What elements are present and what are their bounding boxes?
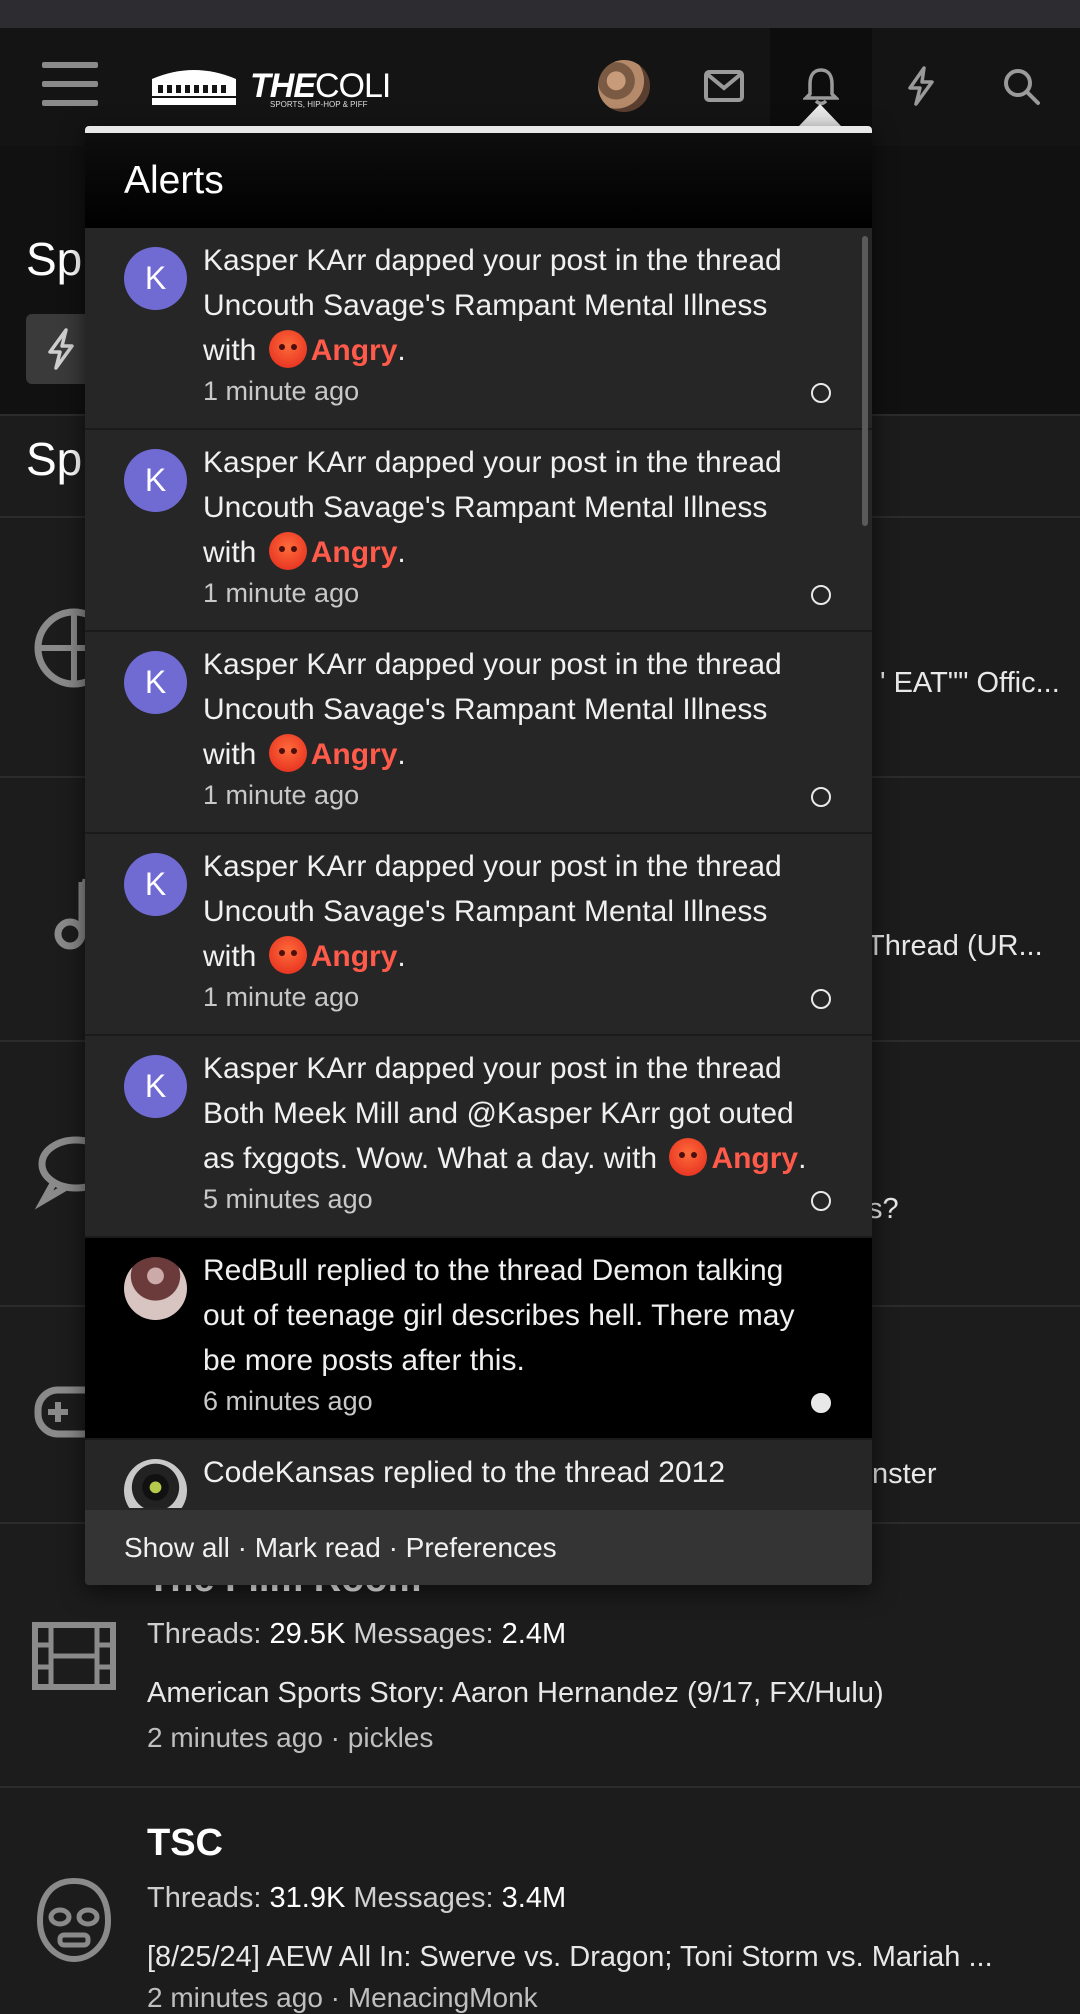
avatar[interactable] (124, 1459, 187, 1508)
film-strip-icon (24, 1606, 124, 1706)
alerts-title: Alerts (124, 158, 224, 202)
alert-text[interactable]: Kasper KArr dapped your post in the thre… (203, 238, 823, 373)
reaction-label: Angry (310, 738, 398, 771)
avatar[interactable] (124, 1257, 187, 1320)
angry-emoji-icon (268, 936, 307, 974)
section-heading: Sp (26, 433, 83, 485)
messages-label: Messages: (353, 1618, 494, 1650)
logo-brand: THE (250, 66, 316, 105)
avatar[interactable]: K (124, 651, 187, 714)
forum-stats: Threads: 31.9K Messages: 3.4M (147, 1882, 566, 1915)
angry-emoji-icon (669, 1138, 708, 1176)
latest-thread-link[interactable]: American Sports Story: Aaron Hernandez (… (147, 1677, 1047, 1710)
mark-read-toggle[interactable] (811, 989, 831, 1009)
mark-read-toggle[interactable] (811, 1191, 831, 1211)
alerts-list: K Kasper KArr dapped your post in the th… (85, 228, 872, 1508)
alert-item[interactable]: K Kasper KArr dapped your post in the th… (85, 228, 872, 430)
alert-text[interactable]: RedBull replied to the thread Demon talk… (203, 1248, 823, 1383)
latest-thread-peek[interactable]: s? (868, 1193, 899, 1226)
alert-time: 5 minutes ago (203, 1184, 373, 1214)
mark-read-link[interactable]: Mark read (255, 1532, 381, 1563)
latest-thread-peek[interactable]: Thread (UR... (867, 930, 1043, 963)
mark-read-toggle[interactable] (811, 383, 831, 403)
forum-stats: Threads: 29.5K Messages: 2.4M (147, 1618, 566, 1651)
mark-read-toggle[interactable] (811, 1393, 831, 1413)
menu-icon[interactable] (42, 62, 98, 108)
alerts-dropdown: Alerts K Kasper KArr dapped your post in… (85, 126, 872, 1585)
latest-thread-peek[interactable]: nster (872, 1458, 936, 1491)
avatar[interactable]: K (124, 1055, 187, 1118)
latest-thread-meta: 2 minutes ago · pickles (147, 1722, 434, 1753)
angry-emoji-icon (268, 532, 307, 570)
system-status-bar (0, 0, 1080, 28)
wrestling-mask-icon (24, 1870, 124, 1970)
alert-time: 1 minute ago (203, 780, 360, 810)
preferences-link[interactable]: Preferences (406, 1532, 557, 1563)
messages-label: Messages: (353, 1882, 494, 1914)
angry-emoji-icon (268, 330, 307, 368)
threads-label: Threads: (147, 1618, 262, 1650)
messages-count: 2.4M (501, 1618, 567, 1650)
search-icon[interactable] (995, 60, 1047, 112)
divider (0, 1786, 1080, 1788)
reaction-label: Angry (711, 1142, 799, 1175)
avatar[interactable]: K (124, 853, 187, 916)
threads-count: 29.5K (269, 1618, 346, 1650)
reaction-label: Angry (310, 536, 398, 569)
alert-item[interactable]: K Kasper KArr dapped your post in the th… (85, 1036, 872, 1238)
alert-text[interactable]: Kasper KArr dapped your post in the thre… (203, 1046, 823, 1181)
alert-text[interactable]: Kasper KArr dapped your post in the thre… (203, 440, 823, 575)
threads-label: Threads: (147, 1882, 262, 1914)
latest-thread-meta: 2 minutes ago · MenacingMonk (147, 1982, 538, 2013)
alert-text[interactable]: CodeKansas replied to the thread 2012 (203, 1450, 823, 1495)
latest-thread-link[interactable]: [8/25/24] AEW All In: Swerve vs. Dragon;… (147, 1941, 1047, 1974)
alert-time: 6 minutes ago (203, 1386, 373, 1416)
angry-emoji-icon (268, 734, 307, 772)
mark-read-toggle[interactable] (811, 585, 831, 605)
latest-thread-peek[interactable]: ' EAT"" Offic... (880, 667, 1060, 700)
alert-text[interactable]: Kasper KArr dapped your post in the thre… (203, 844, 823, 979)
alerts-scrollbar[interactable] (862, 236, 868, 526)
user-avatar[interactable] (598, 60, 650, 112)
colosseum-icon (148, 70, 240, 105)
alert-time: 1 minute ago (203, 376, 360, 406)
logo-tagline: SPORTS, HIP-HOP & PIFF (270, 100, 368, 109)
forum-title-tsc[interactable]: TSC (147, 1822, 223, 1865)
reaction-label: Angry (310, 940, 398, 973)
alert-item[interactable]: K Kasper KArr dapped your post in the th… (85, 632, 872, 834)
logo-brand-thin: COLI (315, 66, 391, 105)
alerts-header: Alerts (85, 133, 872, 228)
alert-item[interactable]: K Kasper KArr dapped your post in the th… (85, 834, 872, 1036)
alerts-footer: Show all · Mark read · Preferences (85, 1510, 872, 1585)
threads-count: 31.9K (269, 1882, 346, 1914)
avatar[interactable]: K (124, 449, 187, 512)
alert-item[interactable]: CodeKansas replied to the thread 2012 (85, 1440, 872, 1508)
alert-item[interactable]: K Kasper KArr dapped your post in the th… (85, 430, 872, 632)
alert-item[interactable]: RedBull replied to the thread Demon talk… (85, 1238, 872, 1440)
alert-time: 1 minute ago (203, 982, 360, 1012)
dropdown-caret (799, 104, 841, 126)
section-heading: Sp (26, 233, 83, 285)
alert-time: 1 minute ago (203, 578, 360, 608)
mark-read-toggle[interactable] (811, 787, 831, 807)
avatar[interactable]: K (124, 247, 187, 310)
separator: · (237, 1531, 247, 1563)
bolt-icon[interactable] (895, 60, 947, 112)
separator: · (388, 1531, 398, 1563)
mail-icon[interactable] (698, 60, 750, 112)
alert-text[interactable]: Kasper KArr dapped your post in the thre… (203, 642, 823, 777)
show-all-link[interactable]: Show all (124, 1532, 230, 1563)
reaction-label: Angry (310, 334, 398, 367)
messages-count: 3.4M (501, 1882, 567, 1914)
site-logo[interactable]: THECOLI SPORTS, HIP-HOP & PIFF (148, 62, 391, 110)
